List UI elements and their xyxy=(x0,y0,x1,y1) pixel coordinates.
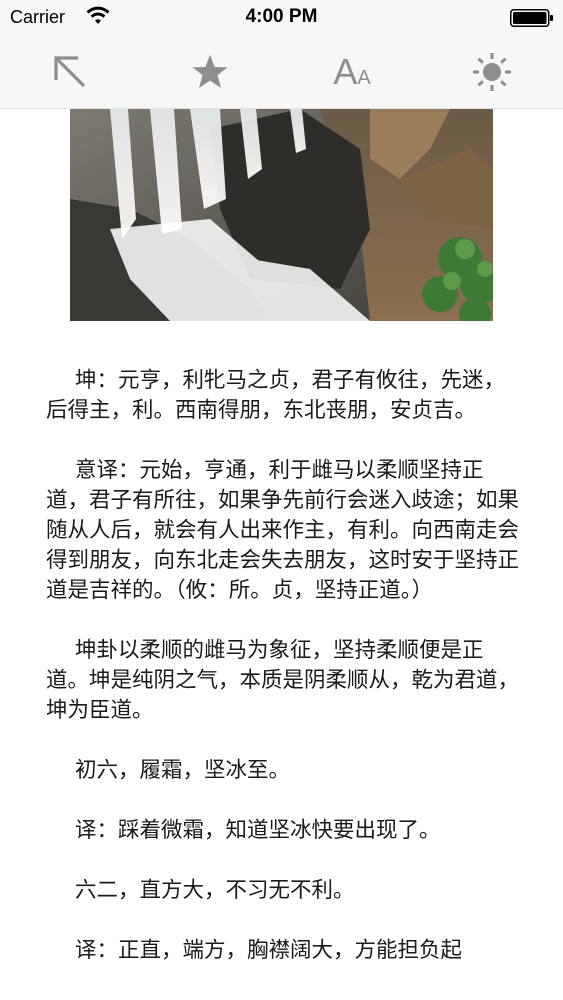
article-paragraph: 意译：元始，亨通，利于雌马以柔顺坚持正道，君子有所往，如果争先前行会迷入歧途；如… xyxy=(46,458,520,603)
favorite-button[interactable] xyxy=(188,50,232,94)
font-size-button[interactable]: AA xyxy=(330,50,374,94)
battery-icon xyxy=(510,9,553,27)
waterfall-photo xyxy=(70,109,493,321)
reader-toolbar: AA xyxy=(0,36,563,109)
back-button[interactable] xyxy=(48,50,92,94)
article-paragraph: 译：正直，端方，胸襟阔大，方能担负起 xyxy=(75,938,463,963)
article-body: 坤：元亨，利牝马之贞，君子有攸往，先迷，后得主，利。西南得朋，东北丧朋，安贞吉。… xyxy=(46,366,520,996)
status-bar: Carrier 4:00 PM xyxy=(0,0,563,36)
article-paragraph: 初六，履霜，坚冰至。 xyxy=(75,758,291,783)
waterfall-illustration xyxy=(70,109,493,321)
font-size-icon: AA xyxy=(333,54,370,90)
status-time: 4:00 PM xyxy=(245,6,318,27)
star-icon xyxy=(192,55,228,88)
article-paragraph: 六二，直方大，不习无不利。 xyxy=(75,878,355,903)
arrow-up-left-icon xyxy=(54,56,86,88)
article-paragraph: 译：踩着微霜，知道坚冰快要出现了。 xyxy=(75,818,441,843)
reader-screen: Carrier 4:00 PM AA 坤：元亨，利牝马之贞，君子有攸往，先迷，后… xyxy=(0,0,563,1000)
font-size-small-glyph: A xyxy=(357,67,371,89)
article-paragraph: 坤：元亨，利牝马之贞，君子有攸往，先迷，后得主，利。西南得朋，东北丧朋，安贞吉。 xyxy=(46,368,506,423)
font-size-large-glyph: A xyxy=(333,51,358,92)
sun-icon xyxy=(473,53,511,91)
article-paragraph: 坤卦以柔顺的雌马为象征，坚持柔顺便是正道。坤是纯阴之气，本质是阴柔顺从，乾为君道… xyxy=(46,638,520,723)
brightness-button[interactable] xyxy=(470,50,514,94)
